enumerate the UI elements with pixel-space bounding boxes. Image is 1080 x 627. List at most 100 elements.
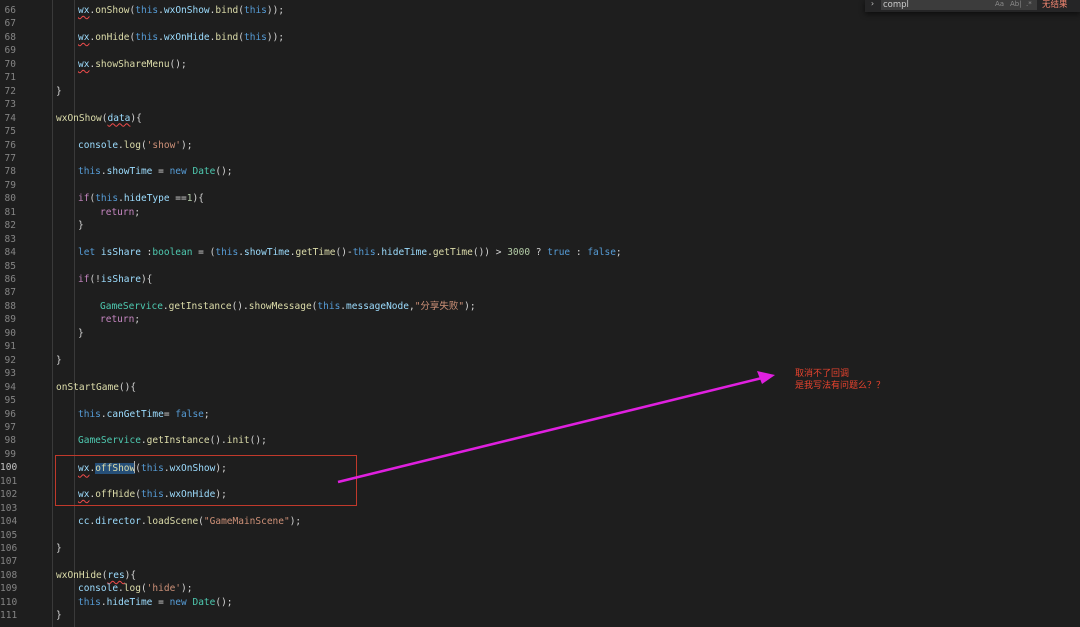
code-line[interactable]: wx.onHide(this.wxOnHide.bind(this)); [78,31,284,44]
code-token: messageNode [346,300,409,312]
code-line[interactable]: } [56,609,62,622]
code-line[interactable]: wx.onShow(this.wxOnShow.bind(this)); [78,4,284,17]
indent-guide [74,0,75,627]
line-number: 85 [4,260,16,272]
code-token: ? [530,247,548,259]
line-number: 94 [4,381,16,393]
code-token: = [152,166,170,178]
line-number: 75 [4,126,16,138]
code-token: = ( [192,247,216,259]
code-token: ; [203,408,210,420]
line-number: 96 [4,408,16,420]
line-number: 87 [4,287,16,299]
code-token: hideType [123,193,170,205]
code-line[interactable]: } [56,354,62,367]
whole-word-toggle[interactable]: Ab| [1010,0,1022,8]
line-number: 76 [4,139,16,151]
code-line[interactable]: } [78,219,84,232]
code-token: init [226,435,250,447]
code-token: showTime [243,247,290,259]
code-token: ); [289,516,302,528]
code-token: ){ [140,274,153,285]
code-token: ){ [130,112,142,124]
code-token: this [78,596,101,608]
code-token: console [78,583,119,595]
line-number: 77 [4,152,16,164]
code-line[interactable]: GameService.getInstance().showMessage(th… [100,300,476,313]
line-number: 71 [4,72,16,84]
code-line[interactable]: wxOnHide(res){ [56,569,136,582]
line-number: 78 [4,166,16,178]
line-number: 79 [4,179,16,191]
line-number: 93 [4,368,16,380]
code-token: canGetTime [106,408,164,420]
code-token: res [107,569,125,581]
annotation-note: 取消不了回调 是我写法有问题么？？ [795,368,885,392]
code-token: )); [266,5,285,16]
code-token: wx [78,58,90,70]
code-token: "分享失败" [414,300,465,312]
code-token: showTime [106,166,153,178]
code-token: log [123,139,141,151]
line-number: 70 [4,58,16,70]
code-line[interactable]: if(this.hideType ==1){ [78,192,204,205]
code-token: true [547,247,571,259]
code-token: Date [192,166,216,178]
annotation-line-2: 是我写法有问题么？？ [795,381,886,391]
code-line[interactable]: } [56,85,62,98]
code-token: 'show' [146,139,182,151]
code-token: = [163,408,176,420]
code-line[interactable]: this.canGetTime= false; [78,408,210,421]
chevron-right-icon[interactable]: › [870,0,875,8]
code-token: } [56,85,62,97]
code-token: bind [215,31,239,43]
code-token: loadScene [146,516,199,528]
code-token: showMessage [248,300,312,312]
code-line[interactable]: onStartGame(){ [56,381,136,394]
line-number: 98 [4,435,16,447]
code-area[interactable]: wx.onShow(this.wxOnShow.bind(this)); wx.o… [34,0,1080,627]
code-line[interactable]: return; [100,313,140,326]
code-token: (){ [118,381,137,393]
code-token: == [169,193,187,205]
code-token: ){ [124,569,137,581]
code-line[interactable]: console.log('show'); [78,139,192,152]
code-token: if [78,274,90,285]
code-line[interactable]: let isShare :boolean = (this.showTime.ge… [78,246,622,259]
code-line[interactable]: GameService.getInstance().init(); [78,434,267,447]
code-token: boolean [152,247,193,259]
code-line[interactable]: this.hideTime = new Date(); [78,596,233,609]
code-line[interactable]: wx.showShareMenu(); [78,58,187,71]
line-number: 108 [0,569,18,581]
code-token: return [100,314,135,326]
line-number: 106 [0,543,18,554]
code-editor[interactable]: 66 67 68 69 70 71 72 73 74 75 76 77 78 79 80 81 82 83 84 85… [0,0,1080,627]
code-token: this [244,31,267,43]
code-token: : [570,247,588,259]
code-line[interactable]: console.log('hide'); [78,582,192,595]
line-number: 110 [0,596,18,608]
code-token: (); [169,58,187,70]
line-number: 84 [4,247,16,259]
code-line[interactable]: } [56,542,62,555]
code-token: false [175,408,204,420]
code-token: bind [215,5,239,16]
code-line[interactable]: cc.director.loadScene("GameMainScene"); [78,515,301,528]
code-token: console [78,139,119,151]
match-case-toggle[interactable]: Aa [995,0,1004,8]
code-line[interactable]: return; [100,206,140,219]
code-token: Date [192,596,216,608]
annotation-highlight-box [55,455,357,506]
code-line[interactable]: } [78,327,84,340]
regex-icon[interactable]: .* [1026,0,1032,8]
code-line[interactable]: if(!isShare){ [78,273,152,286]
code-line[interactable]: wxOnShow(data){ [56,112,142,125]
find-status: 无结果 [1042,0,1068,10]
line-number: 97 [4,421,16,433]
code-line[interactable]: this.showTime = new Date(); [78,165,233,178]
code-token: onShow [95,5,130,16]
line-number: 88 [4,300,16,312]
code-token: this [95,193,119,205]
code-token: let [78,247,96,259]
code-token: this [317,300,341,312]
